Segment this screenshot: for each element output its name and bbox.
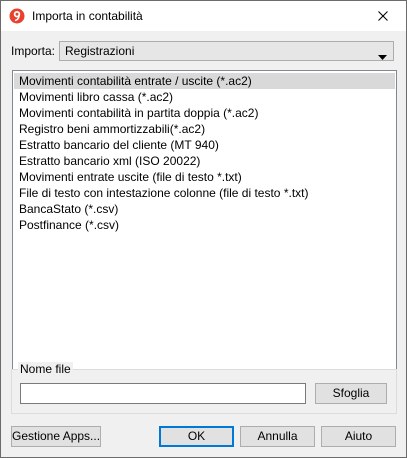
list-item[interactable]: Movimenti contabilità entrate / uscite (… <box>14 73 395 89</box>
list-item[interactable]: Movimenti libro cassa (*.ac2) <box>14 89 395 105</box>
list-item[interactable]: Registro beni ammortizzabili(*.ac2) <box>14 121 395 137</box>
list-item[interactable]: Movimenti entrate uscite (file di testo … <box>14 169 395 185</box>
close-button[interactable] <box>360 1 406 31</box>
help-button[interactable]: Aiuto <box>321 426 396 447</box>
list-item[interactable]: BancaStato (*.csv) <box>14 201 395 217</box>
banana-app-icon <box>9 8 25 24</box>
list-item[interactable]: Postfinance (*.csv) <box>14 217 395 233</box>
chevron-down-icon <box>378 49 387 63</box>
browse-button[interactable]: Sfoglia <box>315 383 387 404</box>
file-name-input[interactable] <box>20 383 306 404</box>
list-item[interactable]: Estratto bancario xml (ISO 20022) <box>14 153 395 169</box>
import-type-value: Registrazioni <box>65 44 135 58</box>
list-item[interactable]: File di testo con intestazione colonne (… <box>14 185 395 201</box>
title-bar: Importa in contabilità <box>1 1 406 31</box>
manage-apps-button[interactable]: Gestione Apps... <box>11 426 101 447</box>
list-item[interactable]: Movimenti contabilità in partita doppia … <box>14 105 395 121</box>
ok-button[interactable]: OK <box>159 426 234 447</box>
import-type-select[interactable]: Registrazioni <box>59 41 394 61</box>
import-format-list[interactable]: Movimenti contabilità entrate / uscite (… <box>12 70 397 370</box>
window-title: Importa in contabilità <box>32 9 143 23</box>
import-dialog: Importa in contabilità Importa: Registra… <box>0 0 407 458</box>
cancel-button[interactable]: Annulla <box>240 426 315 447</box>
close-icon <box>378 11 388 21</box>
list-item[interactable]: Estratto bancario del cliente (MT 940) <box>14 137 395 153</box>
dialog-content: Importa: Registrazioni Movimenti contabi… <box>1 31 406 457</box>
import-label: Importa: <box>11 44 56 58</box>
file-name-label: Nome file <box>18 362 73 377</box>
